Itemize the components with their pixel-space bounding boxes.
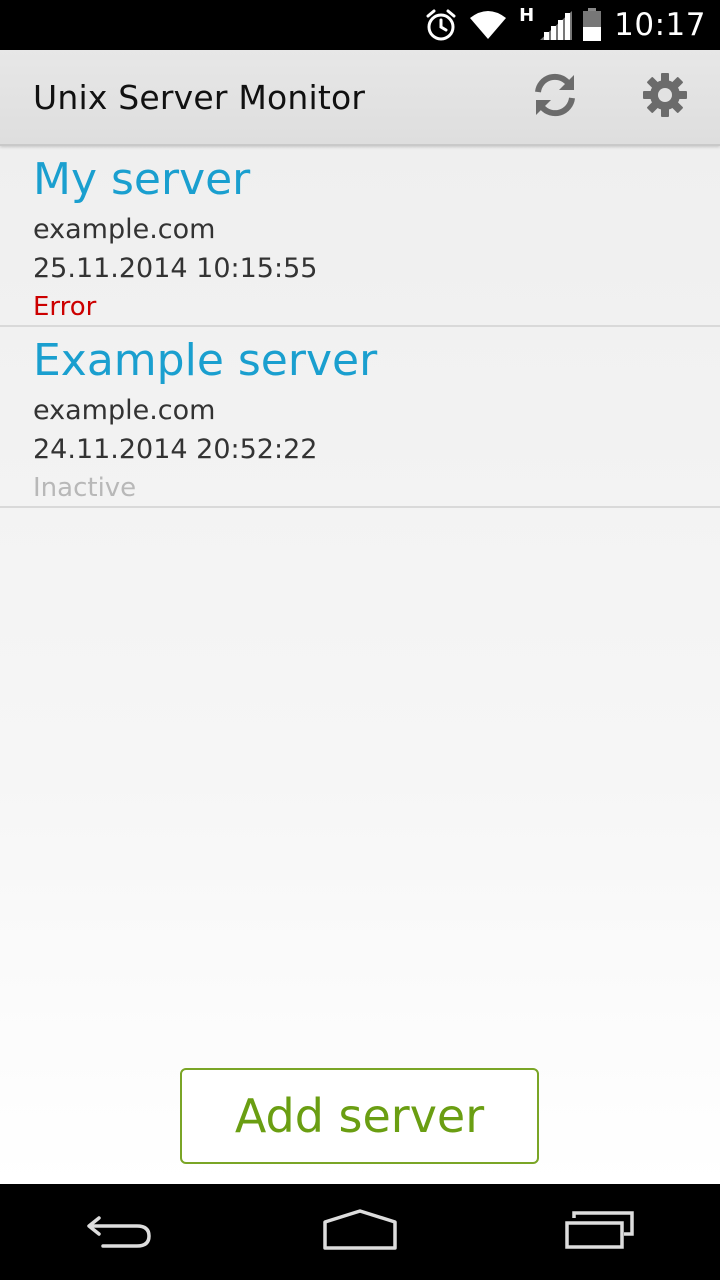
recent-apps-icon [564, 1210, 636, 1255]
server-name: Example server [33, 335, 378, 386]
add-server-button[interactable]: Add server [180, 1068, 539, 1164]
server-host: example.com [33, 395, 216, 426]
action-bar: Unix Server Monitor [0, 50, 720, 146]
server-last-checked: 25.11.2014 10:15:55 [33, 253, 318, 284]
server-status: Inactive [33, 473, 137, 503]
network-type-icon: H [519, 5, 534, 45]
app-title: Unix Server Monitor [33, 77, 366, 117]
server-status: Error [33, 292, 97, 322]
back-icon [85, 1210, 155, 1255]
server-list-item[interactable]: Example server example.com 24.11.2014 20… [0, 327, 720, 508]
status-bar: H 10:17 [0, 0, 720, 50]
wifi-icon [469, 10, 507, 40]
server-name: My server [33, 154, 251, 205]
home-button[interactable] [285, 1184, 435, 1280]
settings-button[interactable] [610, 49, 720, 145]
navigation-bar [0, 1184, 720, 1280]
refresh-icon [530, 70, 580, 125]
home-icon [322, 1208, 398, 1257]
server-list-item[interactable]: My server example.com 25.11.2014 10:15:5… [0, 146, 720, 327]
server-host: example.com [33, 214, 216, 245]
server-list-screen: My server example.com 25.11.2014 10:15:5… [0, 146, 720, 1184]
server-last-checked: 24.11.2014 20:52:22 [33, 434, 318, 465]
battery-icon [582, 8, 602, 42]
refresh-button[interactable] [500, 49, 610, 145]
network-type-label: H [519, 5, 535, 26]
recent-apps-button[interactable] [525, 1184, 675, 1280]
settings-gear-icon [642, 72, 688, 123]
back-button[interactable] [45, 1184, 195, 1280]
status-bar-clock: 10:17 [614, 7, 706, 43]
signal-icon [538, 9, 574, 41]
alarm-icon [425, 8, 457, 42]
